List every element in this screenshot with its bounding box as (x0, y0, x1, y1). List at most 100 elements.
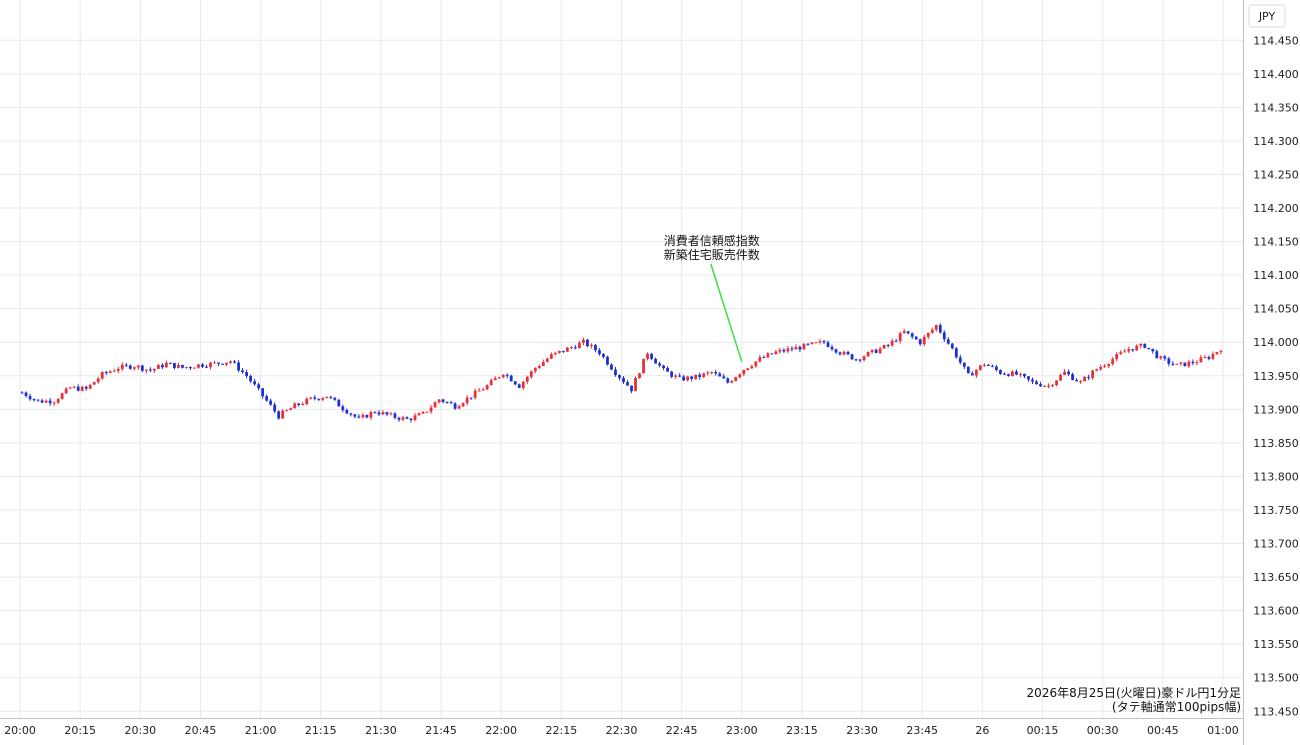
candle-body (449, 402, 453, 404)
candle-body (269, 400, 273, 405)
candle-body (922, 336, 926, 345)
candle-body (694, 374, 698, 379)
candle-body (926, 332, 930, 337)
candle-body (630, 385, 633, 392)
y-tick-label: 114.050 (1253, 303, 1299, 316)
candle-body (770, 353, 774, 355)
candle-body (108, 371, 112, 373)
candle-body (874, 349, 878, 353)
x-tick-label: 20:45 (185, 724, 217, 737)
candle-body (1159, 356, 1163, 359)
candle-body (850, 354, 854, 360)
candle-body (28, 396, 32, 400)
candle-body (999, 370, 1002, 374)
candle-body (978, 365, 982, 370)
candle-body (241, 370, 244, 373)
candle-body (321, 398, 325, 400)
candle-body (565, 347, 569, 352)
candle-body (64, 388, 68, 394)
candle-body (1059, 374, 1062, 381)
candle-body (1083, 377, 1087, 382)
candle-body (465, 397, 469, 404)
candle-body (541, 361, 545, 367)
candle-body (405, 417, 409, 419)
candle-body (610, 364, 613, 370)
y-tick-label: 113.700 (1253, 538, 1299, 551)
candle-body (1199, 357, 1203, 363)
candle-body (626, 382, 629, 386)
candle-body (910, 333, 914, 337)
candle-body (778, 349, 782, 352)
candle-body (1111, 359, 1115, 365)
candle-body (606, 356, 609, 365)
candle-body (76, 386, 80, 391)
y-tick-label: 113.900 (1253, 403, 1299, 416)
candle-body (140, 365, 144, 371)
chart-background (0, 0, 1300, 745)
candle-body (177, 364, 180, 368)
candle-body (918, 339, 922, 345)
candle-body (638, 373, 641, 378)
candle-body (20, 392, 24, 394)
candle-body (40, 400, 44, 403)
x-tick-label: 21:45 (425, 724, 457, 737)
candle-body (413, 415, 417, 420)
x-tick-label: 21:00 (245, 724, 277, 737)
candle-body (866, 351, 870, 357)
x-tick-label: 21:15 (305, 724, 337, 737)
candle-body (730, 381, 734, 383)
candle-body (213, 362, 216, 364)
candle-body (878, 348, 882, 353)
candle-body (650, 353, 653, 359)
candle-body (445, 401, 449, 403)
candle-body (481, 389, 485, 391)
candle-body (501, 374, 505, 378)
chart: 消費者信頼感指数 新築住宅販売件数 2026年8月25日(火曜日)豪ドル円1分足… (0, 0, 1300, 745)
y-tick-label: 113.800 (1253, 470, 1299, 483)
candle-body (646, 353, 649, 359)
candle-body (722, 376, 726, 379)
y-tick-label: 114.350 (1253, 101, 1299, 114)
x-tick-label: 23:00 (726, 724, 758, 737)
candle-body (1135, 345, 1139, 351)
candle-body (1087, 377, 1091, 379)
y-tick-label: 114.250 (1253, 168, 1299, 181)
candle-body (782, 349, 786, 352)
candle-body (1143, 343, 1147, 348)
candle-body (561, 350, 565, 352)
candle-body (718, 373, 722, 377)
candle-body (100, 371, 104, 379)
candle-body (1211, 353, 1215, 359)
candle-body (754, 361, 758, 367)
candle-body (882, 344, 886, 349)
candle-body (229, 361, 232, 363)
candle-body (156, 364, 160, 369)
candle-body (112, 370, 116, 372)
candle-body (818, 341, 822, 343)
x-tick-label: 21:30 (365, 724, 397, 737)
x-tick-label: 01:00 (1207, 724, 1239, 737)
candle-body (1119, 352, 1123, 355)
candle-body (826, 342, 830, 347)
candle-body (854, 359, 858, 361)
candle-body (1131, 349, 1135, 351)
candle-body (1075, 379, 1078, 382)
y-tick-label: 114.150 (1253, 236, 1299, 249)
candle-body (1123, 351, 1127, 353)
candle-body (116, 368, 120, 371)
candle-body (1067, 371, 1070, 375)
candle-body (461, 403, 465, 407)
candle-body (221, 363, 224, 365)
candle-body (365, 414, 369, 418)
candle-body (886, 344, 890, 346)
candle-body (245, 372, 248, 376)
candle-body (553, 352, 557, 355)
candle-body (1127, 349, 1131, 352)
candle-body (1175, 363, 1179, 365)
y-tick-label: 114.400 (1253, 68, 1299, 81)
candle-body (1023, 373, 1026, 377)
candle-body (160, 364, 164, 368)
candle-body (702, 373, 706, 377)
y-tick-label: 113.600 (1253, 605, 1299, 618)
candle-body (758, 357, 762, 362)
